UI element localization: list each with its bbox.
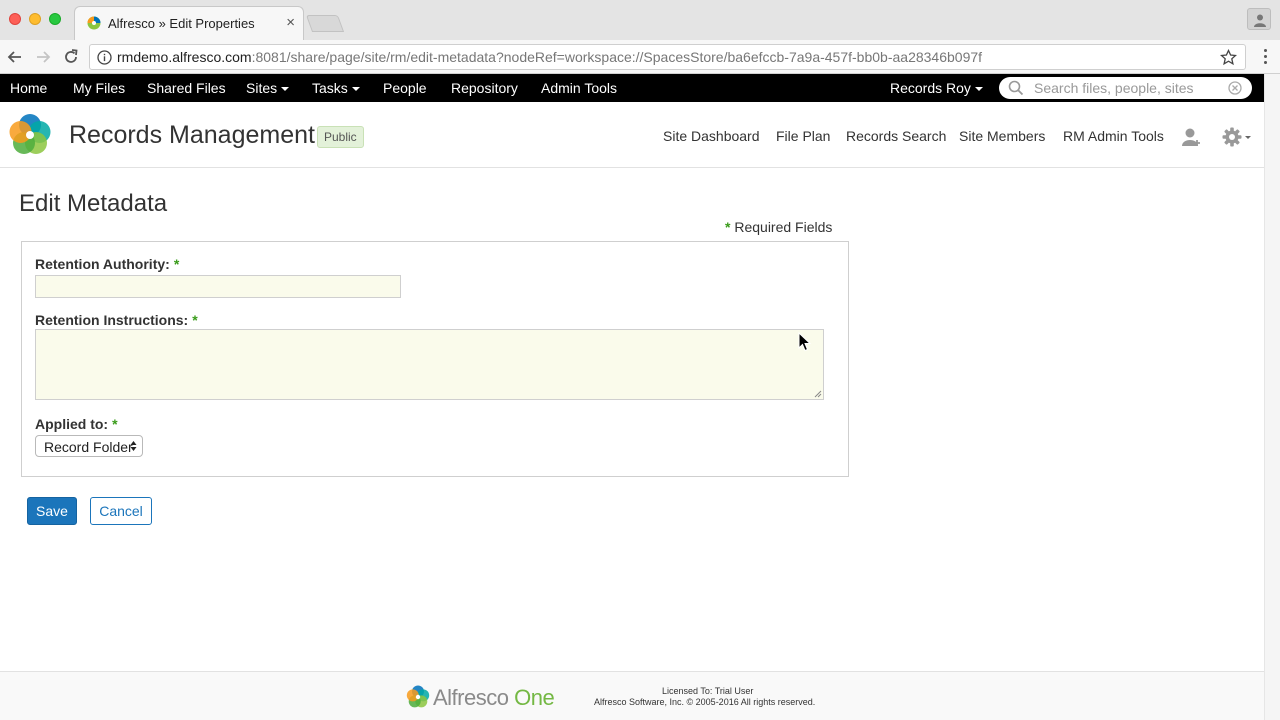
cancel-button[interactable]: Cancel	[90, 497, 152, 525]
applied-to-label: Applied to: *	[35, 416, 118, 432]
required-marker: *	[112, 416, 118, 432]
nav-repository[interactable]: Repository	[451, 80, 518, 96]
alfresco-one-logo-icon	[406, 685, 430, 708]
browser-tab-active[interactable]: Alfresco » Edit Properties ×	[74, 6, 304, 40]
retention-instructions-textarea[interactable]	[35, 329, 824, 400]
page-title: Edit Metadata	[19, 190, 168, 217]
nav-shared-files[interactable]: Shared Files	[147, 80, 226, 96]
url-text: rmdemo.alfresco.com:8081/share/page/site…	[117, 49, 982, 65]
forward-arrow-icon[interactable]	[33, 47, 53, 67]
site-header: Records Management Public Site Dashboard…	[0, 102, 1264, 168]
alfresco-favicon-icon	[87, 16, 101, 30]
save-button[interactable]: Save	[27, 497, 77, 525]
footer-brand-product: One	[514, 685, 555, 710]
nav-tasks-menu[interactable]: Tasks	[312, 80, 360, 96]
alfresco-logo-icon	[9, 114, 51, 154]
browser-titlebar: Alfresco » Edit Properties ×	[0, 0, 1280, 40]
retention-authority-label-text: Retention Authority:	[35, 256, 170, 272]
bookmark-star-icon[interactable]	[1220, 49, 1237, 66]
person-icon	[1254, 14, 1266, 27]
applied-to-label-text: Applied to:	[35, 416, 109, 432]
global-search	[999, 77, 1252, 99]
back-arrow-icon[interactable]	[5, 47, 25, 67]
footer-license: Licensed To: Trial User	[662, 686, 754, 696]
url-host: rmdemo.alfresco.com	[117, 49, 252, 65]
invite-user-icon[interactable]	[1182, 127, 1202, 147]
retention-instructions-label: Retention Instructions: *	[35, 312, 198, 328]
retention-authority-label: Retention Authority: *	[35, 256, 179, 272]
nav-my-files[interactable]: My Files	[73, 80, 125, 96]
browser-menu-icon[interactable]	[1264, 49, 1268, 67]
site-nav-site-members[interactable]: Site Members	[959, 128, 1045, 144]
window-close-button[interactable]	[9, 13, 21, 25]
nav-people[interactable]: People	[383, 80, 427, 96]
clear-search-icon[interactable]	[1228, 81, 1242, 95]
footer-copyright: Alfresco Software, Inc. © 2005-2016 All …	[594, 697, 816, 707]
page-scrollbar[interactable]	[1264, 74, 1280, 720]
gear-icon[interactable]	[1222, 126, 1254, 148]
site-title[interactable]: Records Management	[69, 121, 315, 150]
site-nav-records-search[interactable]: Records Search	[846, 128, 946, 144]
required-marker: *	[725, 219, 731, 235]
retention-instructions-label-text: Retention Instructions:	[35, 312, 189, 328]
footer-brand: Alfresco One	[433, 685, 555, 711]
nav-sites-label: Sites	[246, 80, 278, 96]
required-fields-note: * Required Fields	[725, 219, 832, 235]
page-info-icon[interactable]	[97, 50, 112, 65]
retention-authority-input[interactable]	[35, 275, 401, 298]
user-name: Records Roy	[890, 80, 971, 96]
url-path: :8081/share/page/site/rm/edit-metadata?n…	[251, 49, 983, 65]
browser-profile-button[interactable]	[1247, 8, 1271, 30]
address-bar[interactable]: rmdemo.alfresco.com:8081/share/page/site…	[89, 44, 1246, 70]
search-input[interactable]	[1034, 79, 1224, 97]
select-arrows-icon	[130, 441, 137, 451]
window-zoom-button[interactable]	[49, 13, 61, 25]
chevron-down-icon	[351, 87, 360, 92]
textarea-resize-icon[interactable]	[814, 390, 822, 398]
footer-brand-name: Alfresco	[433, 685, 509, 710]
nav-home[interactable]: Home	[10, 80, 47, 96]
required-marker: *	[192, 312, 198, 328]
user-menu[interactable]: Records Roy	[890, 80, 983, 96]
site-visibility-badge: Public	[317, 126, 364, 148]
site-nav-dashboard[interactable]: Site Dashboard	[663, 128, 760, 144]
tab-close-icon[interactable]: ×	[286, 14, 295, 31]
chevron-down-icon	[281, 87, 290, 92]
nav-tasks-label: Tasks	[312, 80, 348, 96]
search-icon	[1008, 80, 1024, 96]
applied-to-selected-value: Record Folder	[44, 439, 133, 455]
window-minimize-button[interactable]	[29, 13, 41, 25]
browser-tab-title: Alfresco » Edit Properties	[108, 16, 255, 31]
reload-icon[interactable]	[61, 47, 81, 67]
site-nav-rm-admin-tools[interactable]: RM Admin Tools	[1063, 128, 1164, 144]
site-nav-file-plan[interactable]: File Plan	[776, 128, 830, 144]
app-header: Home My Files Shared Files Sites Tasks P…	[0, 74, 1264, 102]
chevron-down-icon	[974, 87, 983, 92]
required-fields-label: Required Fields	[734, 219, 833, 235]
new-tab-button[interactable]	[305, 15, 345, 32]
browser-toolbar: rmdemo.alfresco.com:8081/share/page/site…	[0, 40, 1280, 74]
nav-sites-menu[interactable]: Sites	[246, 80, 290, 96]
applied-to-select[interactable]: Record Folder	[35, 435, 143, 457]
required-marker: *	[173, 256, 180, 272]
page-footer: Alfresco One Licensed To: Trial User Alf…	[0, 671, 1264, 720]
mouse-cursor-icon	[798, 332, 812, 352]
nav-admin-tools[interactable]: Admin Tools	[541, 80, 617, 96]
